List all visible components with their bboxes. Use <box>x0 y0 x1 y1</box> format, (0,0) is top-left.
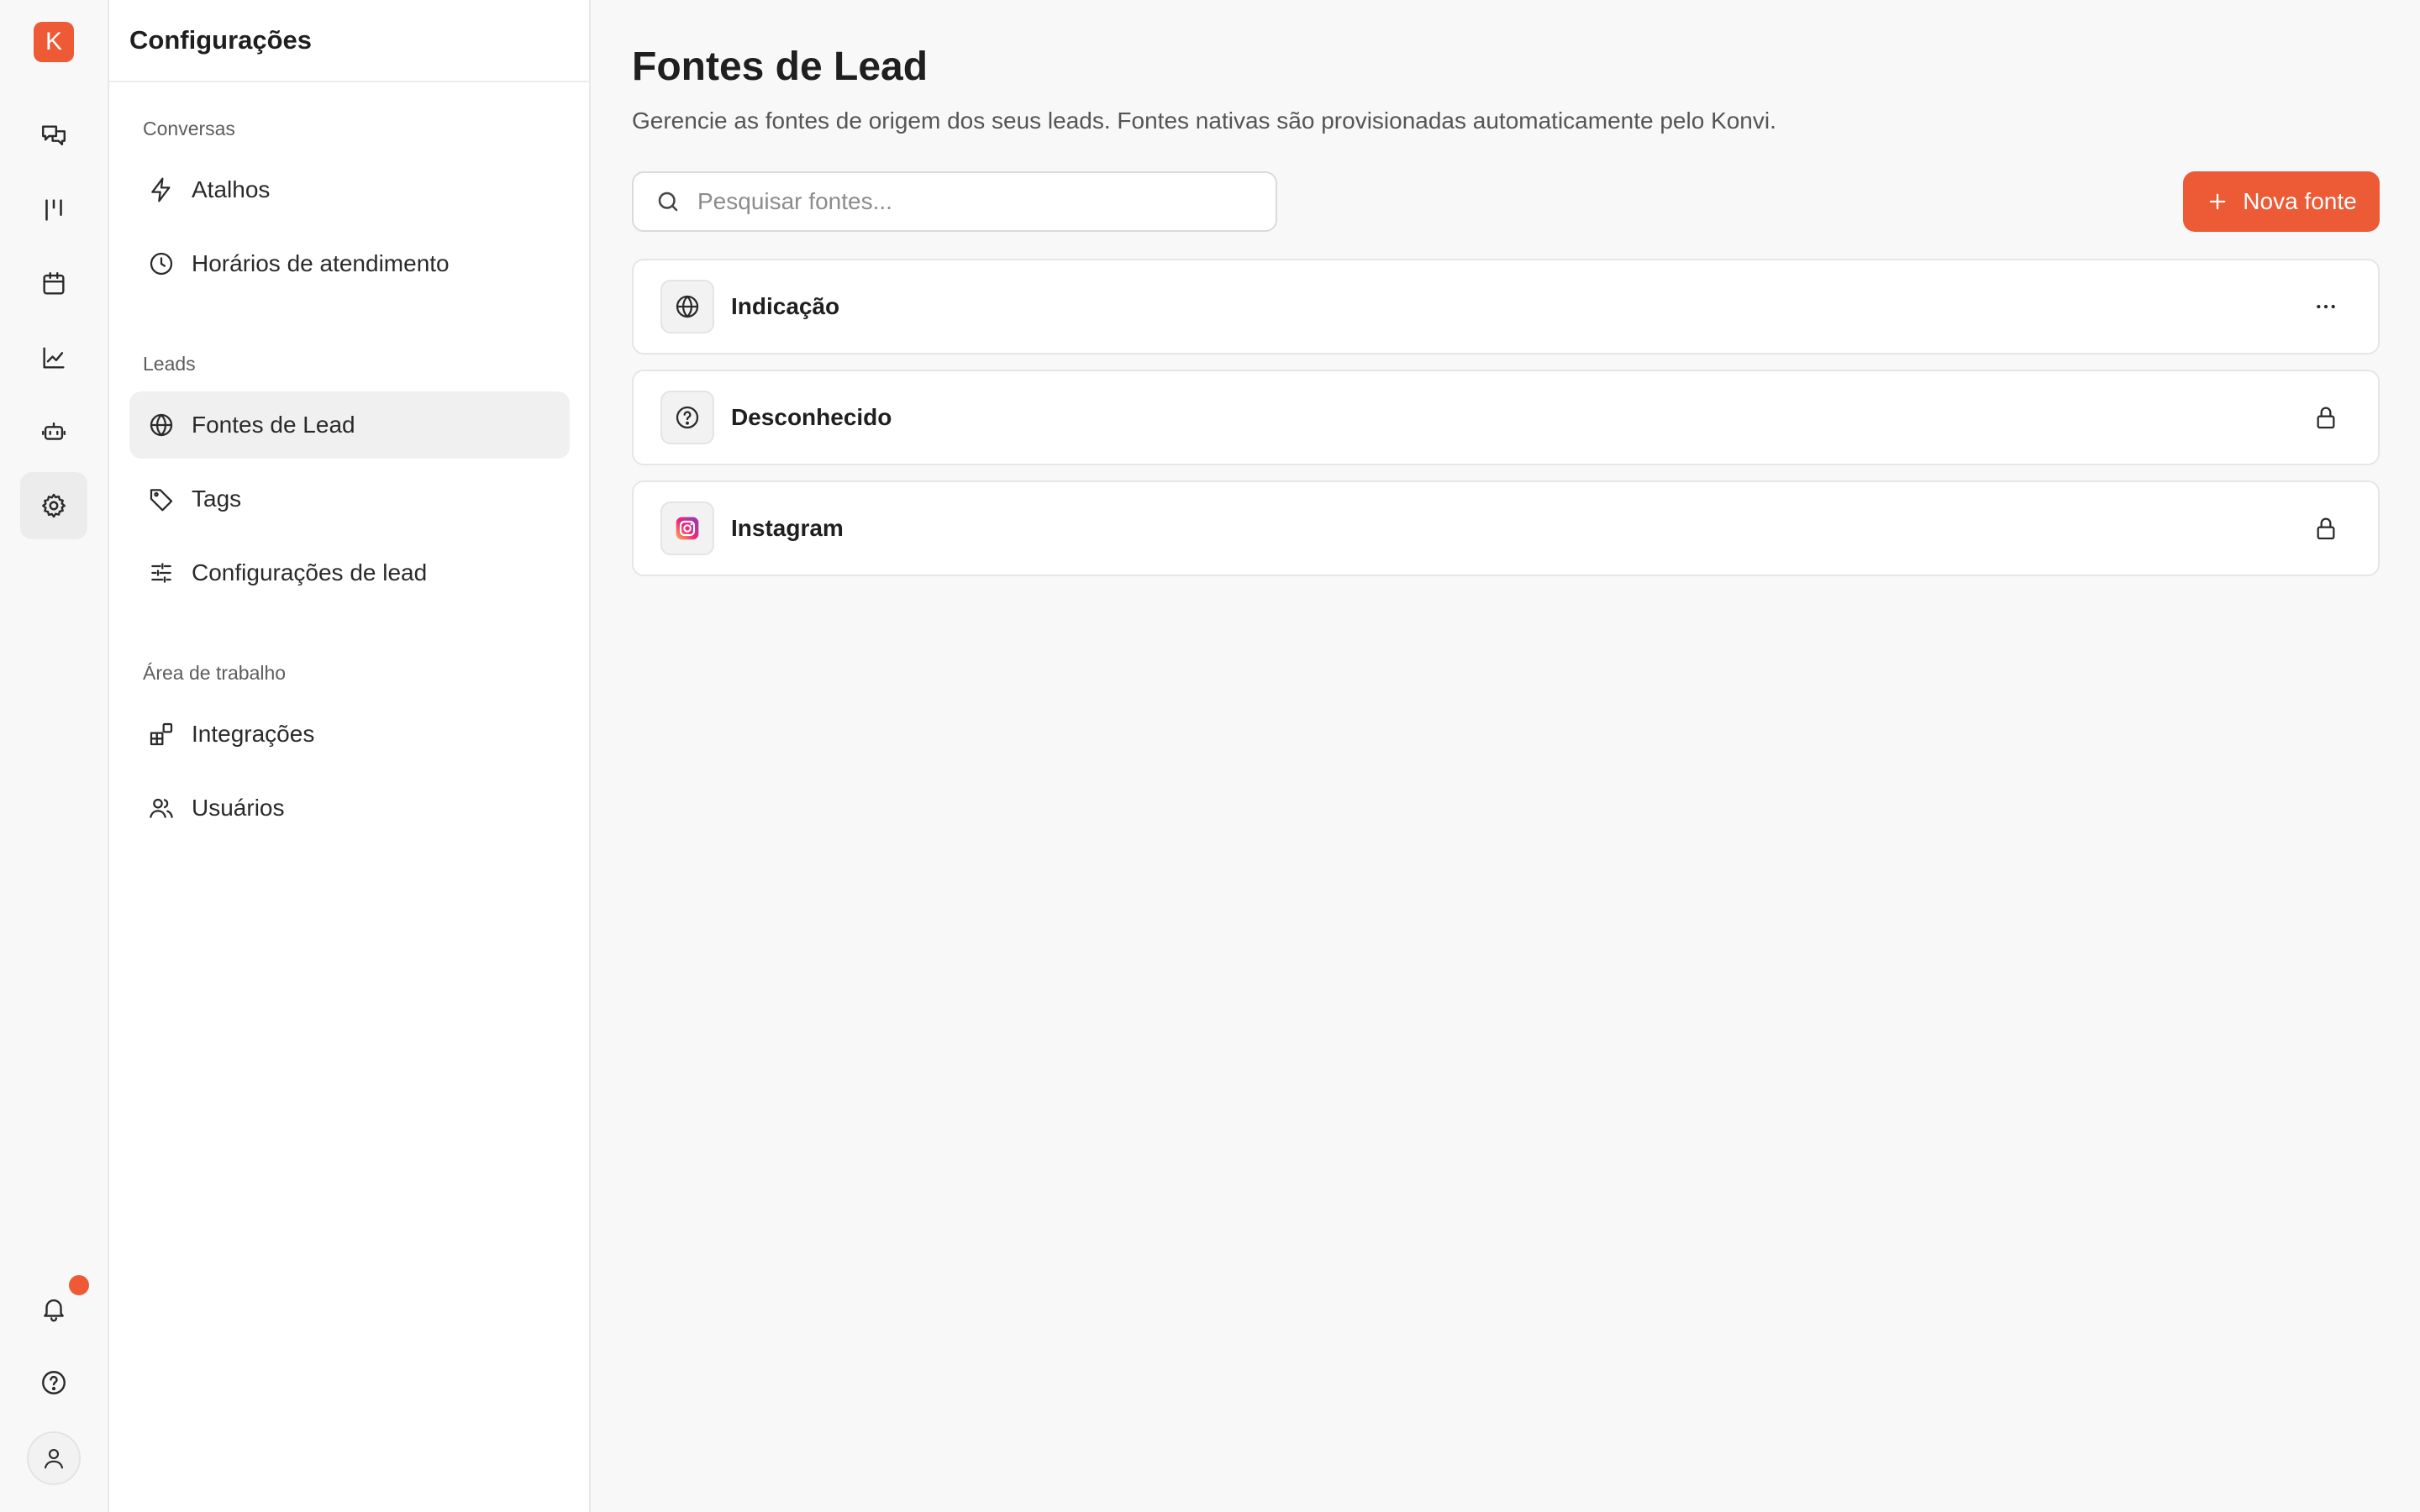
pipeline-button[interactable] <box>20 176 87 244</box>
source-icon-box <box>660 501 714 555</box>
lock-icon <box>2317 407 2335 429</box>
section-label-leads: Leads <box>143 353 196 375</box>
sidebar-item-label: Configurações de lead <box>192 559 428 585</box>
source-row-desconhecido[interactable]: Desconhecido <box>632 370 2380 465</box>
plus-icon <box>2209 193 2226 210</box>
sidebar-item-usuarios[interactable]: Usuários <box>129 774 570 842</box>
more-icon <box>2317 304 2335 309</box>
icon-rail: K <box>0 0 109 1512</box>
user-icon <box>44 1448 64 1469</box>
sidebar-item-label: Tags <box>192 486 242 512</box>
lock-icon <box>2317 517 2335 540</box>
sidebar-title: Configurações <box>129 25 313 55</box>
chart-icon <box>43 347 65 369</box>
locked-indicator <box>2307 399 2344 436</box>
search-icon <box>658 192 678 212</box>
gear-icon <box>42 493 66 518</box>
source-row-indicacao[interactable]: Indicação <box>632 259 2380 354</box>
sliders-icon <box>151 563 171 583</box>
sidebar-item-atalhos[interactable]: Atalhos <box>129 156 570 223</box>
bell-icon <box>44 1299 64 1322</box>
kanban-icon <box>45 199 62 221</box>
user-avatar[interactable] <box>27 1431 81 1485</box>
sidebar-item-horarios[interactable]: Horários de atendimento <box>129 230 570 297</box>
help-button[interactable] <box>20 1349 87 1416</box>
section-label-area-de-trabalho: Área de trabalho <box>143 662 287 684</box>
sidebar-item-label: Usuários <box>192 795 285 821</box>
new-source-button[interactable]: Nova fonte <box>2183 171 2380 232</box>
more-options-button[interactable] <box>2307 288 2344 325</box>
clock-icon <box>150 252 173 276</box>
lightning-icon <box>151 177 171 202</box>
help-icon <box>42 1371 66 1394</box>
source-icon-box <box>660 280 714 333</box>
locked-indicator <box>2307 510 2344 547</box>
integrations-icon <box>150 722 173 746</box>
conversations-button[interactable] <box>20 102 87 170</box>
instagram-icon <box>676 517 699 540</box>
sidebar-item-configuracoes-de-lead[interactable]: Configurações de lead <box>129 539 570 606</box>
new-source-label: Nova fonte <box>2243 188 2357 214</box>
bot-icon <box>42 422 66 440</box>
question-icon <box>676 406 699 429</box>
settings-sidebar: Configurações Conversas Atalhos Horários… <box>109 0 591 1512</box>
tag-icon <box>150 489 173 512</box>
chat-icon <box>42 125 66 146</box>
calendar-button[interactable] <box>20 250 87 318</box>
section-label-conversas: Conversas <box>143 118 235 139</box>
sidebar-item-label: Horários de atendimento <box>192 250 450 276</box>
sidebar-header: Configurações <box>109 0 589 82</box>
source-name: Desconhecido <box>731 404 892 430</box>
notification-badge <box>69 1275 89 1295</box>
source-icon-box <box>660 391 714 444</box>
app-logo[interactable]: K <box>34 22 74 62</box>
globe-icon <box>150 413 173 437</box>
page-title: Fontes de Lead <box>632 45 929 89</box>
search-input[interactable] <box>697 188 1235 215</box>
source-row-instagram[interactable]: Instagram <box>632 480 2380 576</box>
sidebar-item-fontes-de-lead[interactable]: Fontes de Lead <box>129 391 570 459</box>
sidebar-item-label: Atalhos <box>192 176 271 202</box>
automation-button[interactable] <box>20 398 87 465</box>
page-subtitle: Gerencie as fontes de origem dos seus le… <box>632 108 1776 134</box>
calendar-icon <box>43 272 65 295</box>
globe-icon <box>676 295 699 318</box>
sidebar-item-label: Fontes de Lead <box>192 412 355 438</box>
search-box[interactable] <box>632 171 1277 232</box>
sidebar-item-label: Integrações <box>192 721 315 747</box>
settings-button[interactable] <box>20 472 87 539</box>
source-name: Instagram <box>731 515 844 541</box>
sidebar-item-tags[interactable]: Tags <box>129 465 570 533</box>
sidebar-item-integracoes[interactable]: Integrações <box>129 701 570 768</box>
reports-button[interactable] <box>20 324 87 391</box>
source-name: Indicação <box>731 293 840 319</box>
users-icon <box>150 798 173 818</box>
